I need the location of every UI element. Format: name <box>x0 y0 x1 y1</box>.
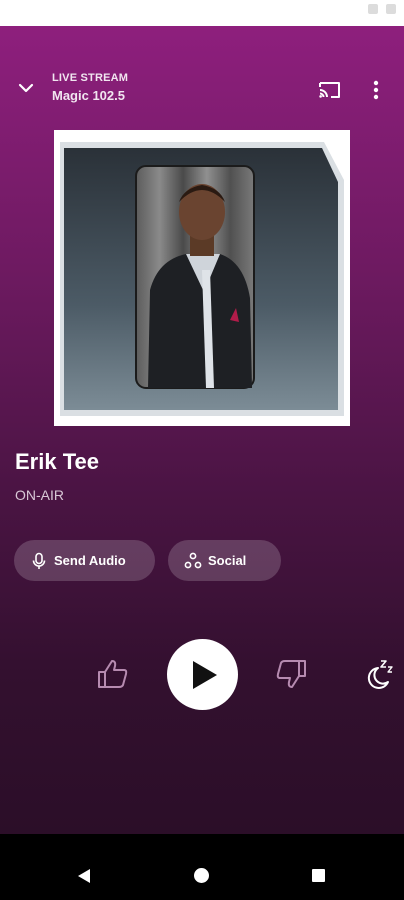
nav-home-icon[interactable] <box>194 868 209 883</box>
send-audio-label: Send Audio <box>54 553 126 568</box>
artwork-image <box>60 142 344 416</box>
battery-icon <box>386 4 396 14</box>
now-playing-subtitle: ON-AIR <box>15 487 64 503</box>
play-button[interactable] <box>167 639 238 710</box>
more-vertical-icon[interactable] <box>366 78 386 102</box>
sleep-timer-icon[interactable] <box>364 658 394 690</box>
microphone-icon <box>32 552 46 569</box>
signal-icon <box>368 4 378 14</box>
header-text: LIVE STREAM Magic 102.5 <box>52 72 128 105</box>
app-screen: LIVE STREAM Magic 102.5 Erik Tee ON-AIR … <box>0 0 404 900</box>
thumb-down-icon[interactable] <box>274 658 308 690</box>
station-artwork <box>54 130 350 426</box>
nav-back-icon[interactable] <box>76 868 92 884</box>
chevron-down-icon[interactable] <box>16 78 36 98</box>
status-bar <box>0 0 404 26</box>
status-icons <box>368 4 396 14</box>
system-nav-bar <box>0 834 404 900</box>
social-label: Social <box>208 553 247 568</box>
player-header: LIVE STREAM Magic 102.5 <box>0 26 404 126</box>
now-playing-title: Erik Tee <box>15 449 99 474</box>
nav-recents-icon[interactable] <box>312 869 325 882</box>
share-nodes-icon <box>184 552 202 568</box>
thumb-up-icon[interactable] <box>96 658 130 690</box>
cast-icon[interactable] <box>318 79 342 101</box>
play-icon <box>193 661 217 689</box>
player-screen: LIVE STREAM Magic 102.5 Erik Tee ON-AIR … <box>0 26 404 834</box>
station-name: Magic 102.5 <box>52 88 125 103</box>
social-button[interactable]: Social <box>168 540 281 581</box>
send-audio-button[interactable]: Send Audio <box>14 540 155 581</box>
header-eyebrow: LIVE STREAM <box>52 72 129 84</box>
